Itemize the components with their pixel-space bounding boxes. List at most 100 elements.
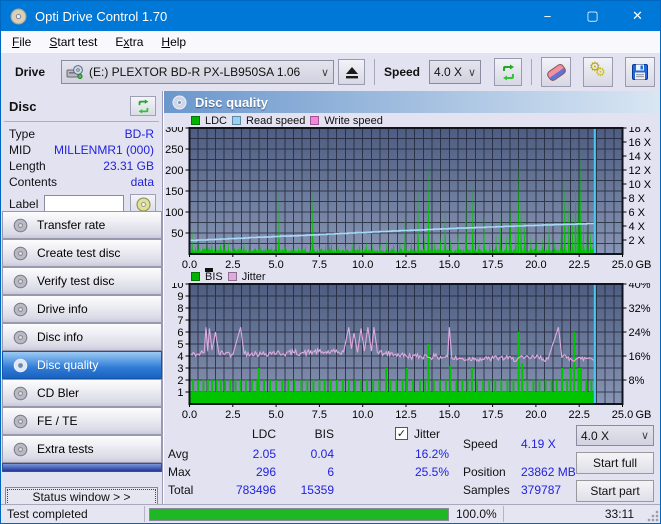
statusbar-divider: [144, 506, 145, 522]
chevron-down-icon: ∨: [640, 430, 649, 442]
start-part-button[interactable]: Start part: [576, 480, 654, 502]
eraser-icon: [545, 62, 567, 82]
sidebar-item-create-test-disc[interactable]: Create test disc: [2, 239, 162, 267]
disc-field-value: data: [130, 175, 154, 189]
sidebar-item-label: Drive info: [37, 302, 88, 316]
sidebar-item-label: Create test disc: [37, 246, 121, 260]
svg-text:8%: 8%: [629, 375, 645, 387]
stats-row-label: Total: [168, 483, 194, 497]
svg-text:25.0: 25.0: [612, 259, 633, 269]
drive-select[interactable]: (E:) PLEXTOR BD-R PX-LB950SA 1.06 ∨: [61, 60, 334, 84]
legend-label: Read speed: [246, 114, 306, 127]
eject-icon: [345, 66, 358, 78]
legend-label: LDC: [205, 114, 228, 127]
ldc-chart-legend: LDC Read speed Write speed: [191, 114, 660, 127]
sidebar-item-transfer-rate[interactable]: Transfer rate: [2, 211, 162, 239]
svg-text:15.0: 15.0: [439, 259, 460, 269]
settings-button[interactable]: ⚙ ⚙: [583, 57, 614, 87]
refresh-button[interactable]: [494, 58, 523, 86]
svg-text:4 X: 4 X: [629, 221, 646, 233]
sidebar-item-disc-quality[interactable]: Disc quality: [2, 351, 162, 379]
svg-text:0.0: 0.0: [182, 409, 197, 421]
main-panel: Disc quality LDC Read speed Write speed 30…: [163, 91, 660, 506]
save-button[interactable]: [625, 57, 656, 87]
svg-text:20.0: 20.0: [525, 259, 546, 269]
cd-icon: [172, 95, 187, 109]
nav-footer-strip: [2, 463, 162, 472]
speed-select[interactable]: 4.0 X ∨: [429, 60, 482, 84]
cd-icon: [13, 218, 28, 232]
svg-text:6 X: 6 X: [629, 207, 646, 219]
menu-item-help[interactable]: Help: [152, 33, 195, 51]
elapsed-time: 33:11: [604, 507, 634, 521]
svg-text:5.0: 5.0: [268, 409, 283, 421]
maximize-button[interactable]: ▢: [570, 1, 615, 31]
progress-percent: 100.0%: [456, 507, 497, 521]
legend-label: Write speed: [324, 114, 383, 127]
toolbar: Drive (E:) PLEXTOR BD-R PX-LB950SA 1.06 …: [1, 53, 660, 91]
sidebar-item-label: Disc info: [37, 330, 84, 344]
legend-marker: [205, 268, 213, 272]
save-icon: [632, 64, 649, 80]
erase-disc-button[interactable]: [541, 57, 572, 87]
svg-text:24%: 24%: [629, 327, 651, 339]
ldc-read-speed-chart: 300 250 200 150 100 50 18 X 16 X 14 X 12 X 10 X 8 X…: [165, 127, 652, 269]
svg-text:10.0: 10.0: [352, 259, 373, 269]
sidebar-item-drive-info[interactable]: Drive info: [2, 295, 162, 323]
svg-text:25.0: 25.0: [612, 409, 633, 421]
sidebar-item-label: Verify test disc: [37, 274, 115, 288]
svg-text:12.5: 12.5: [395, 259, 416, 269]
toolbar-separator: [531, 59, 533, 85]
menubar: File Start test Extra Help: [1, 31, 660, 53]
eject-button[interactable]: [338, 59, 365, 85]
svg-text:GB: GB: [636, 259, 652, 269]
start-full-button[interactable]: Start full: [576, 452, 654, 474]
sidebar-item-extra-tests[interactable]: Extra tests: [2, 435, 162, 463]
svg-text:250: 250: [165, 144, 183, 156]
menu-item-file[interactable]: File: [3, 33, 40, 51]
titlebar: Opti Drive Control 1.70 − ▢ ✕: [1, 1, 660, 31]
svg-text:300: 300: [165, 127, 183, 135]
legend-swatch: [232, 116, 242, 125]
resize-grip[interactable]: [647, 510, 659, 522]
stats-total-ldc: 783496: [235, 483, 276, 497]
svg-text:32%: 32%: [629, 303, 651, 315]
minimize-button[interactable]: −: [525, 1, 570, 31]
cd-icon: [13, 358, 28, 372]
sidebar-item-label: Transfer rate: [37, 218, 106, 232]
svg-text:4: 4: [177, 351, 183, 363]
sidebar-item-cd-bler[interactable]: CD Bler: [2, 379, 162, 407]
svg-text:22.5: 22.5: [568, 409, 589, 421]
sidebar-item-disc-info[interactable]: Disc info: [2, 323, 162, 351]
stats-header-bis: BIS: [314, 427, 334, 441]
jitter-checkbox[interactable]: ✓: [395, 427, 408, 440]
disc-field-label: MID: [9, 143, 31, 157]
left-panel: Disc Type BD-R MID MILLENMR1 (000) Length 23.…: [1, 91, 163, 507]
progress-bar-fill: [150, 509, 448, 520]
stats-header-ldc: LDC: [251, 427, 276, 441]
svg-text:17.5: 17.5: [482, 409, 503, 421]
stats-row-label: Avg: [168, 447, 189, 461]
progress-bar: [149, 508, 449, 521]
stats-avg-bis: 0.04: [310, 447, 334, 461]
bottom-speed-select[interactable]: 4.0 X ∨: [576, 425, 654, 446]
stats-row-label: Max: [168, 465, 191, 479]
app-window: Opti Drive Control 1.70 − ▢ ✕ File Start …: [0, 0, 661, 524]
disc-label-caption: Label: [9, 197, 39, 211]
sidebar-item-label: Extra tests: [37, 442, 94, 456]
menu-item-start-test[interactable]: Start test: [40, 33, 106, 51]
statusbar-divider: [503, 506, 504, 522]
svg-text:8: 8: [177, 303, 183, 315]
sidebar-item-verify-test-disc[interactable]: Verify test disc: [2, 267, 162, 295]
disc-refresh-button[interactable]: [130, 96, 156, 116]
disc-field-type: Type BD-R: [1, 126, 162, 142]
sidebar-item-fe-te[interactable]: FE / TE: [2, 407, 162, 435]
svg-text:22.5: 22.5: [568, 259, 589, 269]
svg-text:17.5: 17.5: [482, 259, 503, 269]
close-button[interactable]: ✕: [615, 1, 660, 31]
sidebar-item-label: CD Bler: [37, 386, 80, 400]
chevron-down-icon: ∨: [467, 66, 477, 79]
speed-select-value: 4.0 X: [434, 65, 463, 79]
svg-text:2 X: 2 X: [629, 235, 646, 247]
menu-item-extra[interactable]: Extra: [106, 33, 152, 51]
